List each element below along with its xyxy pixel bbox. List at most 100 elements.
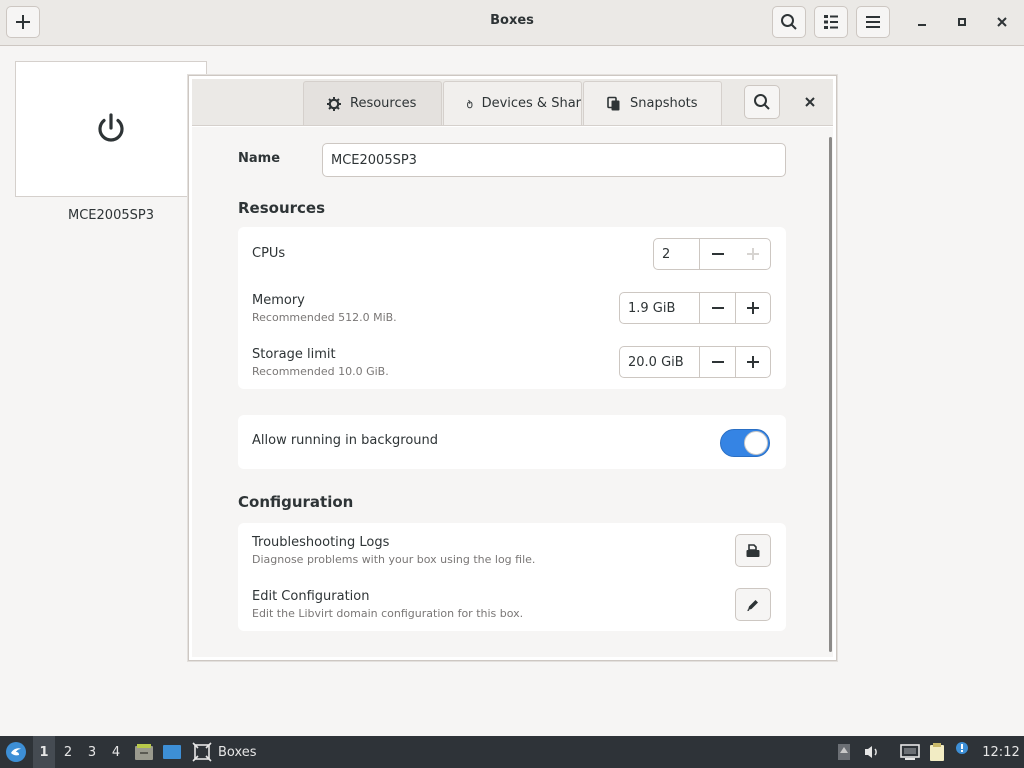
configuration-card: Troubleshooting Logs Diagnose problems w… xyxy=(238,523,786,631)
snapshots-icon xyxy=(607,96,620,110)
tray-network[interactable] xyxy=(898,736,922,768)
volume-icon xyxy=(865,746,877,758)
clock[interactable]: 12:12 xyxy=(980,736,1022,768)
hamburger-icon xyxy=(866,16,880,28)
memory-label: Memory xyxy=(252,293,305,308)
storage-value[interactable]: 20.0 GiB xyxy=(620,347,700,377)
configuration-section-title: Configuration xyxy=(238,493,354,511)
cpus-increase-button[interactable] xyxy=(735,239,770,269)
minimize-icon xyxy=(918,24,926,26)
log-file-icon xyxy=(746,543,760,557)
maximize-icon xyxy=(958,18,966,26)
tab-devices-label: Devices & Shar xyxy=(481,96,581,111)
clipboard-icon xyxy=(930,743,944,761)
header-bar: Boxes xyxy=(0,0,1024,46)
start-menu-button[interactable] xyxy=(2,736,30,768)
edit-config-label: Edit Configuration xyxy=(252,589,370,604)
task-boxes-label: Boxes xyxy=(218,744,257,760)
name-label: Name xyxy=(238,151,281,166)
plus-icon xyxy=(747,302,759,314)
memory-value[interactable]: 1.9 GiB xyxy=(620,293,700,323)
memory-increase-button[interactable] xyxy=(735,293,770,323)
box-thumbnail[interactable] xyxy=(15,61,207,197)
boxes-app-icon xyxy=(192,742,212,762)
gear-icon xyxy=(327,96,341,111)
tab-snapshots[interactable]: Snapshots xyxy=(583,81,722,125)
box-name-label: MCE2005SP3 xyxy=(68,208,154,223)
minus-icon xyxy=(711,253,724,255)
main-menu-button[interactable] xyxy=(856,6,890,38)
search-button[interactable] xyxy=(772,6,806,38)
minimize-button[interactable] xyxy=(910,10,934,34)
distro-logo-icon xyxy=(6,742,26,762)
tab-devices-sharing[interactable]: Devices & Shar xyxy=(443,81,582,125)
close-icon xyxy=(805,97,815,107)
new-box-button[interactable] xyxy=(6,6,40,38)
workspace-2[interactable]: 2 xyxy=(57,736,79,768)
search-icon xyxy=(754,94,770,110)
storage-spinbutton[interactable]: 20.0 GiB xyxy=(619,346,771,378)
tray-notification[interactable] xyxy=(952,736,972,768)
dialog-scrollbar[interactable] xyxy=(829,137,832,652)
info-icon xyxy=(956,742,968,754)
close-window-button[interactable] xyxy=(990,10,1014,34)
network-icon xyxy=(900,744,920,760)
logs-description: Diagnose problems with your box using th… xyxy=(252,553,536,566)
list-view-button[interactable] xyxy=(814,6,848,38)
cpus-spinbutton[interactable]: 2 xyxy=(653,238,771,270)
storage-decrease-button[interactable] xyxy=(700,347,735,377)
tray-volume[interactable] xyxy=(860,736,884,768)
plus-icon xyxy=(16,15,30,29)
name-field[interactable] xyxy=(322,143,786,177)
workspace-3[interactable]: 3 xyxy=(81,736,103,768)
tray-clipboard[interactable] xyxy=(925,736,949,768)
task-boxes[interactable]: Boxes xyxy=(192,736,264,768)
cpus-label: CPUs xyxy=(252,246,286,261)
logs-label: Troubleshooting Logs xyxy=(252,535,390,550)
edit-configuration-button[interactable] xyxy=(735,588,771,621)
list-view-icon xyxy=(824,15,838,29)
box-preferences-dialog: Resources Devices & Shar Snapshots Name … xyxy=(188,75,837,661)
cpus-value[interactable]: 2 xyxy=(654,239,700,269)
search-icon xyxy=(781,14,797,30)
dialog-close-button[interactable] xyxy=(798,90,822,114)
background-card: Allow running in background xyxy=(238,415,786,469)
power-icon xyxy=(98,113,124,142)
dialog-header: Resources Devices & Shar Snapshots xyxy=(192,79,833,126)
show-desktop-launcher[interactable] xyxy=(160,736,184,768)
workspace-1[interactable]: 1 xyxy=(33,736,55,768)
edit-config-description: Edit the Libvirt domain configuration fo… xyxy=(252,607,524,620)
storage-label: Storage limit xyxy=(252,347,336,362)
workspace-4[interactable]: 4 xyxy=(105,736,127,768)
resources-card: CPUs 2 Memory Recommended 512.0 MiB. 1.9… xyxy=(238,227,786,389)
memory-spinbutton[interactable]: 1.9 GiB xyxy=(619,292,771,324)
troubleshooting-logs-button[interactable] xyxy=(735,534,771,567)
cpus-decrease-button[interactable] xyxy=(700,239,735,269)
minus-icon xyxy=(711,307,724,309)
plus-icon xyxy=(746,248,759,260)
plus-icon xyxy=(747,356,759,368)
mouse-icon xyxy=(467,99,473,108)
background-toggle[interactable] xyxy=(720,429,770,457)
toggle-knob xyxy=(744,431,768,455)
pencil-icon xyxy=(747,599,758,611)
tab-resources-label: Resources xyxy=(350,96,417,111)
tab-resources[interactable]: Resources xyxy=(303,81,442,125)
dialog-body: Name Resources CPUs 2 Memory Recommend xyxy=(192,127,833,657)
tray-updates[interactable] xyxy=(834,736,854,768)
background-label: Allow running in background xyxy=(252,433,439,448)
memory-recommendation: Recommended 512.0 MiB. xyxy=(252,311,397,324)
tab-snapshots-label: Snapshots xyxy=(630,96,698,111)
minus-icon xyxy=(711,361,724,363)
file-manager-icon xyxy=(135,744,153,760)
dialog-search-button[interactable] xyxy=(744,85,780,119)
memory-decrease-button[interactable] xyxy=(700,293,735,323)
maximize-button[interactable] xyxy=(950,10,974,34)
storage-increase-button[interactable] xyxy=(735,347,770,377)
storage-recommendation: Recommended 10.0 GiB. xyxy=(252,365,389,378)
collection-view: MCE2005SP3 Resources Devices & Shar Snap… xyxy=(0,46,1024,736)
close-icon xyxy=(997,17,1007,27)
file-manager-launcher[interactable] xyxy=(132,736,156,768)
desktop-icon xyxy=(163,745,181,759)
taskbar: 1 2 3 4 Boxes 12:12 xyxy=(0,736,1024,768)
